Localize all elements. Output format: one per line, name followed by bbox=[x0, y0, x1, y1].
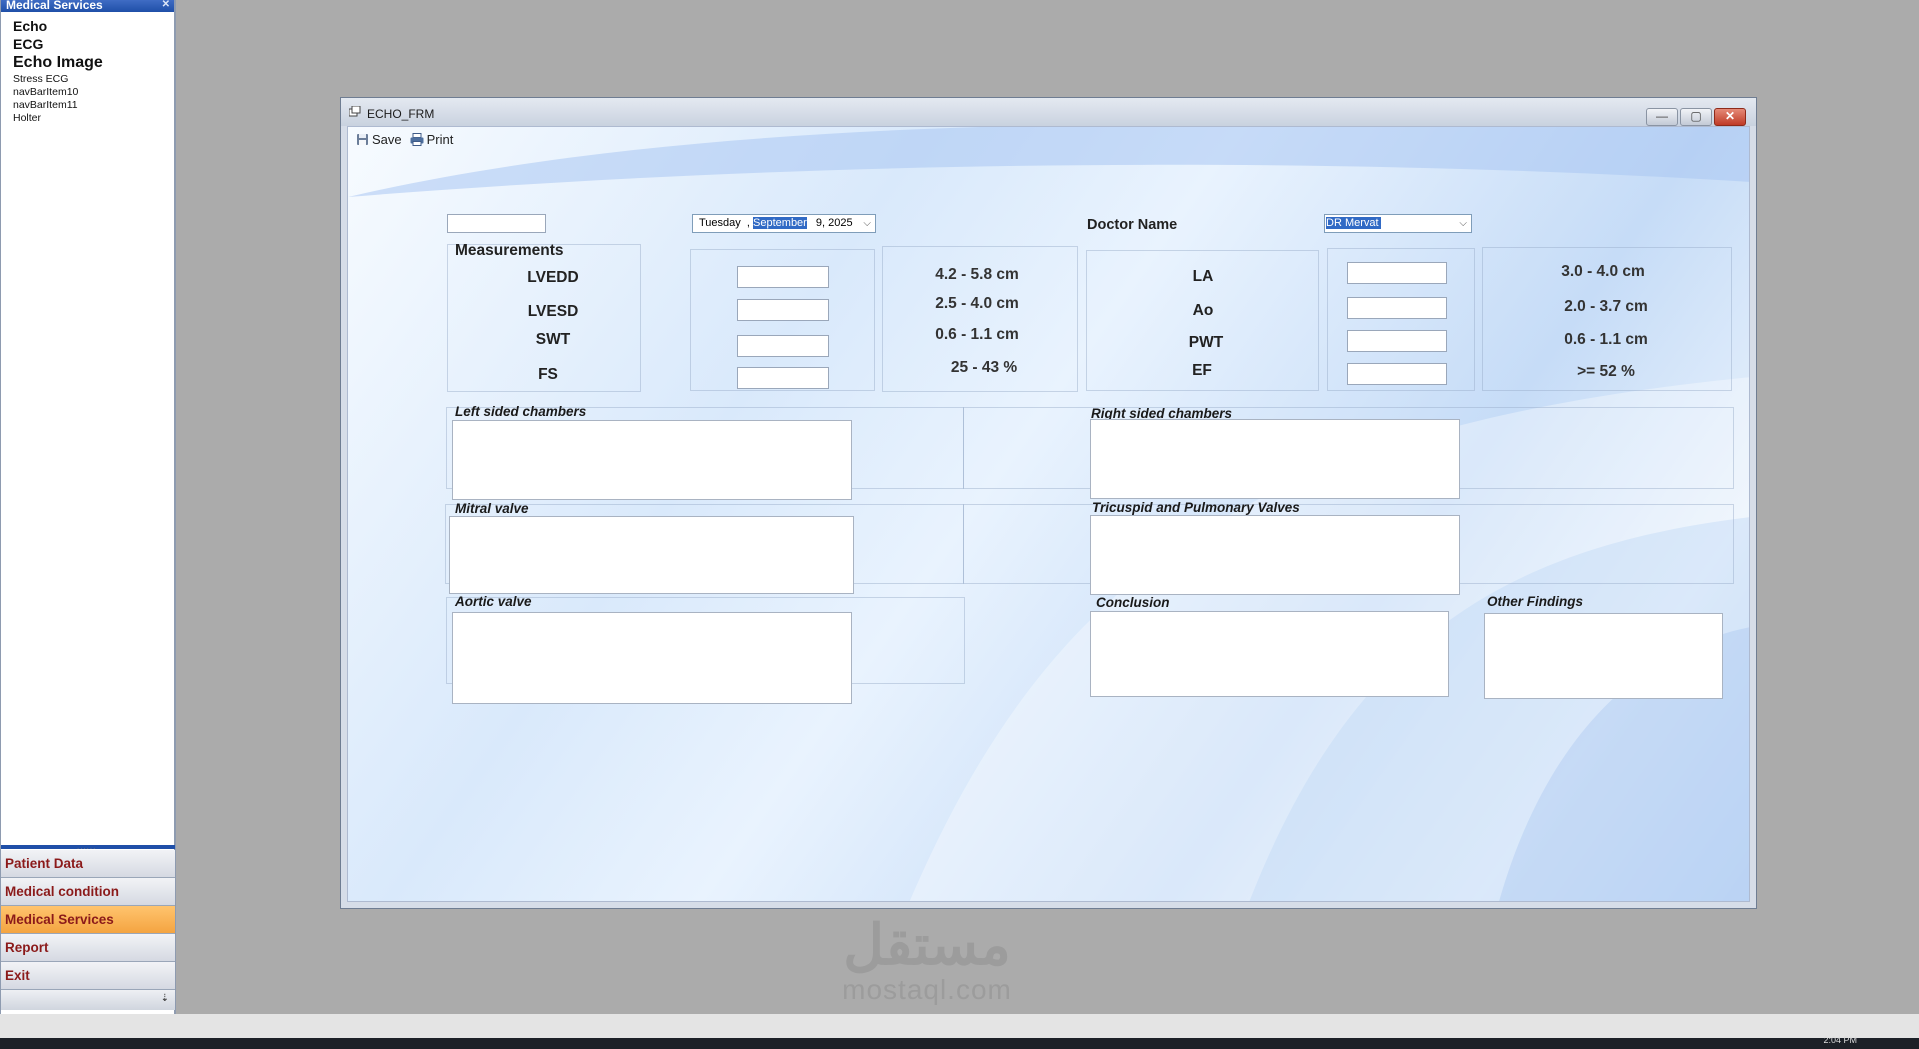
ao-input[interactable] bbox=[1347, 297, 1447, 319]
form-client-area: Save Print Tuesday , September 9, 2025 ⌵… bbox=[347, 126, 1750, 902]
echo-form-window: ECHO_FRM — ▢ ✕ Save Print Tuesday , Sept… bbox=[340, 97, 1757, 909]
range-lvesd: 2.5 - 4.0 cm bbox=[935, 295, 1019, 312]
group-exit[interactable]: Exit bbox=[1, 962, 175, 990]
nav-group-header[interactable]: Medical Services ✕ bbox=[1, 0, 174, 12]
left-chambers-label: Left sided chambers bbox=[455, 404, 587, 419]
nav-item-navbaritem10[interactable]: navBarItem10 bbox=[13, 86, 174, 99]
date-day-year: 9, 2025 bbox=[815, 217, 853, 229]
minimize-button[interactable]: — bbox=[1646, 108, 1678, 126]
navigation-panel: Medical Services ✕ Echo ECG Echo Image S… bbox=[0, 0, 176, 1014]
os-taskbar: 2:04 PM bbox=[0, 1035, 1919, 1049]
window-app-icon bbox=[349, 106, 361, 117]
tricuspid-pulmonary-textarea[interactable] bbox=[1090, 515, 1460, 595]
nav-item-echo-image[interactable]: Echo Image bbox=[13, 53, 174, 73]
measure-label-lvedd: LVEDD bbox=[527, 269, 579, 286]
measurements-title: Measurements bbox=[455, 242, 564, 259]
group-report[interactable]: Report bbox=[1, 934, 175, 962]
chevron-down-icon[interactable]: ⌵ bbox=[1459, 215, 1467, 232]
maximize-icon: ▢ bbox=[1690, 109, 1702, 123]
doctor-selected-value: DR Mervat bbox=[1326, 217, 1381, 229]
chevron-down-icon[interactable]: ⌵ bbox=[863, 215, 871, 232]
mitral-valve-label: Mitral valve bbox=[455, 501, 529, 516]
right-chambers-textarea[interactable] bbox=[1090, 419, 1460, 499]
conclusion-textarea[interactable] bbox=[1090, 611, 1449, 697]
range-swt: 0.6 - 1.1 cm bbox=[935, 326, 1019, 343]
date-weekday: Tuesday bbox=[699, 217, 741, 229]
date-picker[interactable]: Tuesday , September 9, 2025 ⌵ bbox=[692, 214, 876, 233]
measure-label-lvesd: LVESD bbox=[527, 303, 579, 320]
nav-item-stress-ecg[interactable]: Stress ECG bbox=[13, 73, 174, 86]
range-la: 3.0 - 4.0 cm bbox=[1561, 263, 1645, 280]
group-patient-data[interactable]: Patient Data bbox=[1, 850, 175, 878]
aortic-valve-textarea[interactable] bbox=[452, 612, 852, 704]
measure-label-la: LA bbox=[1192, 268, 1214, 285]
group-medical-services[interactable]: Medical Services bbox=[1, 906, 175, 934]
nav-item-echo[interactable]: Echo bbox=[13, 18, 174, 36]
minimize-icon: — bbox=[1656, 109, 1668, 123]
patient-id-input[interactable] bbox=[447, 214, 546, 233]
mitral-valve-textarea[interactable] bbox=[449, 516, 854, 594]
measure-label-swt: SWT bbox=[535, 331, 571, 348]
ef-input[interactable] bbox=[1347, 363, 1447, 385]
swt-input[interactable] bbox=[737, 335, 829, 357]
la-input[interactable] bbox=[1347, 262, 1447, 284]
range-lvedd: 4.2 - 5.8 cm bbox=[935, 266, 1019, 283]
date-month[interactable]: September bbox=[753, 217, 807, 229]
measure-label-ef: EF bbox=[1192, 362, 1212, 379]
nav-item-holter[interactable]: Holter bbox=[13, 112, 174, 125]
nav-item-navbaritem11[interactable]: navBarItem11 bbox=[13, 99, 174, 112]
status-strip bbox=[0, 1014, 1919, 1038]
watermark-arabic: مستقل bbox=[843, 913, 1011, 976]
watermark-latin: mostaql.com bbox=[842, 974, 1012, 1005]
measure-label-ao: Ao bbox=[1192, 302, 1214, 319]
nav-header-title: Medical Services bbox=[6, 0, 103, 12]
doctor-select[interactable]: DR Mervat ⌵ bbox=[1324, 214, 1472, 233]
printer-icon bbox=[410, 132, 424, 146]
pwt-input[interactable] bbox=[1347, 330, 1447, 352]
maximize-button[interactable]: ▢ bbox=[1680, 108, 1712, 126]
taskbar-clock: 2:04 PM bbox=[1823, 1035, 1857, 1045]
nav-item-ecg[interactable]: ECG bbox=[13, 36, 174, 54]
other-findings-textarea[interactable] bbox=[1484, 613, 1723, 699]
tricuspid-pulmonary-label: Tricuspid and Pulmonary Valves bbox=[1092, 500, 1300, 515]
doctor-name-label: Doctor Name bbox=[1087, 217, 1178, 233]
group-medical-condition[interactable]: Medical condition bbox=[1, 878, 175, 906]
left-chambers-textarea[interactable] bbox=[452, 420, 852, 500]
close-icon: ✕ bbox=[1724, 109, 1736, 123]
fs-input[interactable] bbox=[737, 367, 829, 389]
save-button[interactable]: Save bbox=[356, 132, 402, 147]
overflow-chevron-icon[interactable]: ⇣ bbox=[161, 993, 169, 1004]
nav-splitter[interactable]: ...... bbox=[1, 842, 175, 851]
print-button[interactable]: Print bbox=[410, 131, 454, 147]
date-separator: , bbox=[740, 217, 750, 229]
range-fs: 25 - 43 % bbox=[950, 359, 1018, 376]
print-label: Print bbox=[426, 131, 454, 147]
pin-icon[interactable]: ✕ bbox=[162, 0, 170, 10]
range-ao: 2.0 - 3.7 cm bbox=[1564, 298, 1648, 315]
save-icon bbox=[357, 133, 368, 145]
conclusion-label: Conclusion bbox=[1096, 595, 1170, 610]
watermark-logo: مستقل mostaql.com bbox=[842, 915, 1012, 1005]
measure-label-fs: FS bbox=[538, 366, 558, 383]
lvedd-input[interactable] bbox=[737, 266, 829, 288]
save-label: Save bbox=[372, 131, 402, 147]
nav-overflow-bar[interactable]: ⇣ bbox=[1, 990, 175, 1010]
window-title: ECHO_FRM bbox=[367, 107, 435, 121]
window-titlebar[interactable]: ECHO_FRM — ▢ ✕ bbox=[341, 98, 1756, 126]
lvesd-input[interactable] bbox=[737, 299, 829, 321]
range-pwt: 0.6 - 1.1 cm bbox=[1564, 331, 1648, 348]
form-toolbar: Save Print bbox=[348, 127, 1749, 151]
close-button[interactable]: ✕ bbox=[1714, 108, 1746, 126]
range-ef: >= 52 % bbox=[1577, 363, 1635, 380]
measure-label-pwt: PWT bbox=[1188, 334, 1224, 351]
aortic-valve-label: Aortic valve bbox=[455, 594, 532, 609]
other-findings-label: Other Findings bbox=[1487, 594, 1583, 609]
